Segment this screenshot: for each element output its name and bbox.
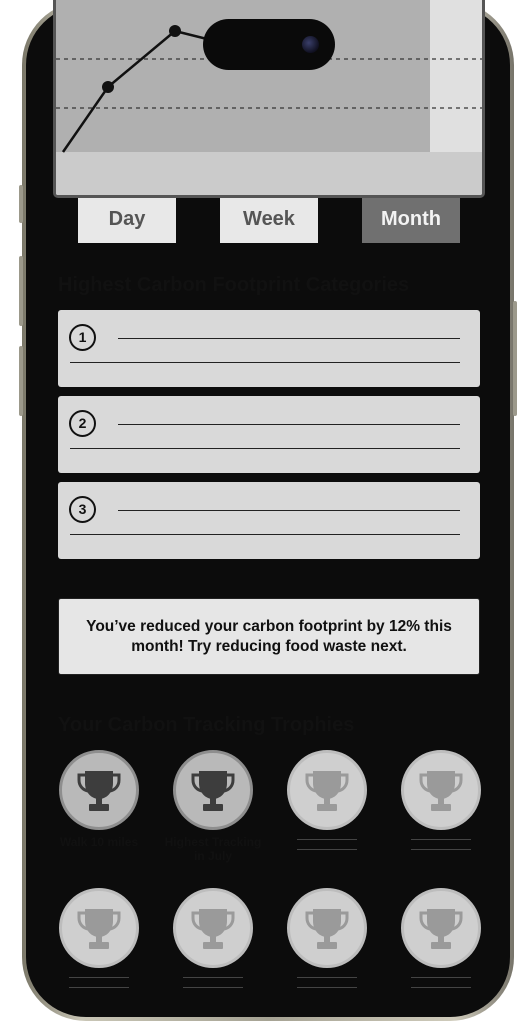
trophy-label-placeholder	[297, 839, 357, 840]
category-item-2[interactable]: 2	[58, 396, 480, 473]
trophy-badge[interactable]	[59, 888, 139, 968]
placeholder-line	[118, 338, 460, 339]
rank-badge: 2	[69, 410, 96, 437]
placeholder-line	[70, 534, 460, 535]
tab-month[interactable]: Month	[362, 198, 460, 243]
trophy-label-placeholder	[297, 977, 357, 978]
trophy-badge[interactable]	[401, 888, 481, 968]
trophy-icon	[77, 771, 121, 811]
placeholder-line	[118, 424, 460, 425]
tab-day[interactable]: Day	[78, 198, 176, 243]
trophy-icon	[305, 771, 349, 811]
trophy-label: Walk 10 miles	[59, 835, 139, 849]
trophy-label-placeholder	[411, 977, 471, 978]
trophy-badge[interactable]	[287, 888, 367, 968]
trophy-icon	[77, 909, 121, 949]
trophy-label-placeholder	[183, 977, 243, 978]
trophy-label-placeholder	[297, 849, 357, 850]
trophy-label-placeholder	[183, 987, 243, 988]
chart-future-area	[430, 0, 482, 152]
data-point	[102, 81, 114, 93]
data-point	[169, 25, 181, 37]
category-item-3[interactable]: 3	[58, 482, 480, 559]
trophy-icon	[419, 909, 463, 949]
trophy-label-placeholder	[69, 987, 129, 988]
trophy-icon	[191, 771, 235, 811]
trophies-heading: Your Carbon Tracking Trophies	[58, 714, 355, 736]
trophy-label-placeholder	[297, 987, 357, 988]
tab-week[interactable]: Week	[220, 198, 318, 243]
trophy-label-placeholder	[411, 987, 471, 988]
categories-heading: Highest Carbon Footprint Categories	[58, 274, 410, 296]
category-item-1[interactable]: 1	[58, 310, 480, 387]
trophy-label-placeholder	[69, 977, 129, 978]
insight-text: You’ve reduced your carbon footprint by …	[86, 617, 452, 655]
trophy-badge[interactable]	[401, 750, 481, 830]
placeholder-line	[70, 362, 460, 363]
trophy-icon	[191, 909, 235, 949]
rank-badge: 3	[69, 496, 96, 523]
trophy-badge[interactable]	[59, 750, 139, 830]
time-range-tabs: Day Week Month	[0, 198, 524, 243]
insight-message: You’ve reduced your carbon footprint by …	[58, 598, 480, 675]
app-screen: Day Week Month Highest Carbon Footprint …	[0, 0, 524, 1023]
camera-icon	[302, 36, 319, 53]
placeholder-line	[70, 448, 460, 449]
trophy-icon	[305, 909, 349, 949]
trophy-label-placeholder	[411, 839, 471, 840]
trophy-label-placeholder	[411, 849, 471, 850]
trophy-badge[interactable]	[287, 750, 367, 830]
placeholder-line	[118, 510, 460, 511]
trophy-icon	[419, 771, 463, 811]
trophy-badge[interactable]	[173, 888, 253, 968]
rank-badge: 1	[69, 324, 96, 351]
trophy-badge[interactable]	[173, 750, 253, 830]
dynamic-island	[203, 19, 335, 70]
chart-base-band	[56, 152, 482, 195]
trophy-label: Highest Tracking in July	[164, 835, 262, 863]
